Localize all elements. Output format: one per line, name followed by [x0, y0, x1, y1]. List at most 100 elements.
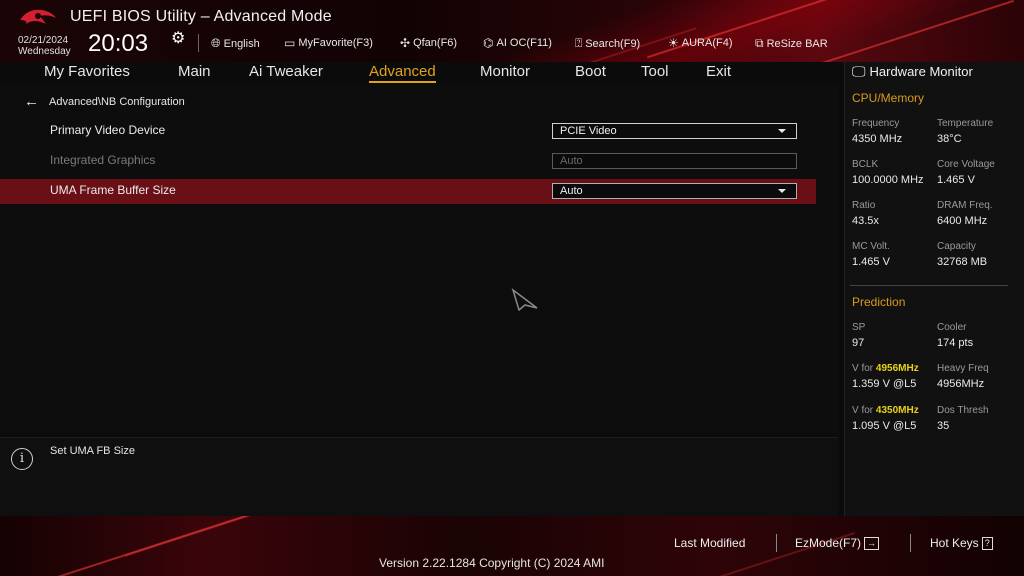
- primary-video-device-select[interactable]: PCIE Video: [552, 123, 797, 139]
- clock-time: 20:03: [88, 30, 149, 57]
- language-label: English: [223, 37, 260, 50]
- favorite-icon: ▭: [284, 36, 296, 50]
- dram-freq-label: DRAM Freq.: [937, 200, 993, 211]
- primary-video-device-label[interactable]: Primary Video Device: [50, 123, 165, 137]
- cooler-value: 174 pts: [937, 337, 974, 349]
- qfan-button[interactable]: ✣ Qfan(F6): [400, 36, 457, 50]
- tab-monitor[interactable]: Monitor: [480, 63, 530, 80]
- mc-volt-label: MC Volt.: [852, 241, 890, 252]
- back-arrow-icon[interactable]: ←: [24, 93, 39, 110]
- v-for-freq2-value: 1.095 V @L5: [852, 420, 917, 432]
- mouse-cursor-icon: [511, 288, 538, 312]
- ai-oc-label: AI OC(F11): [496, 37, 552, 49]
- tab-ai-tweaker[interactable]: Ai Tweaker: [249, 63, 323, 80]
- hot-keys-button[interactable]: Hot Keys?: [930, 536, 993, 551]
- core-voltage-value: 1.465 V: [937, 174, 975, 186]
- app-title: UEFI BIOS Utility – Advanced Mode: [70, 8, 332, 25]
- search-label: Search(F9): [585, 37, 641, 50]
- integrated-graphics-label: Integrated Graphics: [50, 153, 156, 167]
- aura-label: AURA(F4): [681, 37, 733, 49]
- aura-light-icon: ☀: [668, 36, 679, 50]
- sp-label: SP: [852, 322, 866, 333]
- heavy-freq-label: Heavy Freq: [937, 363, 989, 374]
- temperature-label: Temperature: [937, 118, 994, 129]
- tab-my-favorites[interactable]: My Favorites: [44, 63, 130, 80]
- bclk-value: 100.0000 MHz: [852, 174, 924, 186]
- temperature-value: 38°C: [937, 133, 962, 145]
- hardware-monitor-divider: [850, 285, 1008, 286]
- primary-video-device-value: PCIE Video: [560, 125, 617, 137]
- uma-frame-buffer-size-value: Auto: [560, 185, 583, 197]
- capacity-value: 32768 MB: [937, 256, 988, 268]
- help-text: Set UMA FB Size: [50, 445, 135, 457]
- v-for-prefix: V for: [852, 405, 874, 416]
- resize-bar-button[interactable]: ⧉ ReSize BAR: [755, 36, 828, 51]
- bclk-label: BCLK: [852, 159, 879, 170]
- uma-frame-buffer-size-select[interactable]: Auto: [552, 183, 797, 199]
- exit-arrow-icon: →: [864, 537, 880, 551]
- myfavorite-label: MyFavorite(F3): [298, 37, 373, 49]
- clock-settings-gear-icon[interactable]: ⚙: [171, 28, 185, 48]
- integrated-graphics-value: Auto: [560, 155, 583, 167]
- question-mark-icon: ?: [981, 537, 993, 551]
- myfavorite-button[interactable]: ▭ MyFavorite(F3): [284, 36, 373, 50]
- capacity-label: Capacity: [937, 241, 976, 252]
- v-for-freq2-label: V for 4350MHz: [852, 405, 919, 416]
- breadcrumb-path: Advanced\NB Configuration: [49, 95, 185, 108]
- weekday-text: Wednesday: [18, 46, 71, 57]
- rog-logo-icon: [20, 9, 56, 24]
- ratio-value: 43.5x: [852, 215, 879, 227]
- last-modified-button[interactable]: Last Modified: [674, 536, 745, 550]
- monitor-screen-icon: 🖵︎: [852, 63, 866, 79]
- sp-value: 97: [852, 337, 865, 349]
- prediction-heading: Prediction: [852, 295, 906, 309]
- v-for-prefix: V for: [852, 363, 874, 374]
- uma-frame-buffer-size-label[interactable]: UMA Frame Buffer Size: [50, 183, 176, 197]
- hardware-monitor-panel: [844, 62, 1024, 516]
- footer-divider: [776, 534, 777, 552]
- dos-thresh-label: Dos Thresh: [937, 405, 989, 416]
- breadcrumb: ← Advanced\NB Configuration: [24, 93, 185, 110]
- heavy-freq-value: 4956MHz: [937, 378, 985, 390]
- search-button[interactable]: ⍰ Search(F9): [575, 36, 640, 51]
- frequency-label: Frequency: [852, 118, 900, 129]
- v-for-freq2: 4350MHz: [875, 405, 919, 416]
- dram-freq-value: 6400 MHz: [937, 215, 988, 227]
- search-icon: ⍰: [575, 36, 583, 50]
- fan-icon: ✣: [400, 36, 411, 50]
- ratio-label: Ratio: [852, 200, 876, 211]
- toolbar-divider: [198, 34, 199, 52]
- frequency-value: 4350 MHz: [852, 133, 903, 145]
- hardware-monitor-title: 🖵︎ Hardware Monitor: [852, 63, 973, 80]
- v-for-freq1: 4956MHz: [875, 363, 919, 374]
- date-display: 02/21/2024 Wednesday: [18, 35, 71, 57]
- v-for-freq1-value: 1.359 V @L5: [852, 378, 917, 390]
- info-icon: i: [11, 448, 33, 470]
- footer-divider: [910, 534, 911, 552]
- core-voltage-label: Core Voltage: [937, 159, 995, 170]
- tab-exit[interactable]: Exit: [706, 63, 731, 80]
- hot-keys-label: Hot Keys: [930, 536, 979, 550]
- ai-chip-icon: ⌬: [483, 36, 494, 50]
- tab-tool[interactable]: Tool: [641, 63, 669, 80]
- integrated-graphics-field: Auto: [552, 153, 797, 169]
- chevron-down-icon: [778, 129, 786, 133]
- version-text: Version 2.22.1284 Copyright (C) 2024 AMI: [379, 556, 605, 570]
- tab-advanced[interactable]: Advanced: [369, 63, 436, 83]
- qfan-label: Qfan(F6): [413, 37, 458, 49]
- tab-boot[interactable]: Boot: [575, 63, 606, 80]
- resize-bar-label: ReSize BAR: [766, 37, 828, 50]
- globe-icon: 🌐︎: [211, 36, 221, 50]
- hardware-monitor-label: Hardware Monitor: [869, 64, 973, 79]
- v-for-freq1-label: V for 4956MHz: [852, 363, 919, 374]
- tab-main[interactable]: Main: [178, 63, 211, 80]
- ai-oc-button[interactable]: ⌬ AI OC(F11): [483, 36, 552, 50]
- language-button[interactable]: 🌐︎ English: [211, 36, 260, 51]
- chevron-down-icon: [778, 189, 786, 193]
- cpu-memory-heading: CPU/Memory: [852, 91, 925, 105]
- ezmode-button[interactable]: EzMode(F7) →: [795, 536, 880, 551]
- dos-thresh-value: 35: [937, 420, 950, 432]
- date-text: 02/21/2024: [18, 35, 69, 46]
- ezmode-label: EzMode(F7): [795, 536, 862, 550]
- aura-button[interactable]: ☀ AURA(F4): [668, 36, 733, 50]
